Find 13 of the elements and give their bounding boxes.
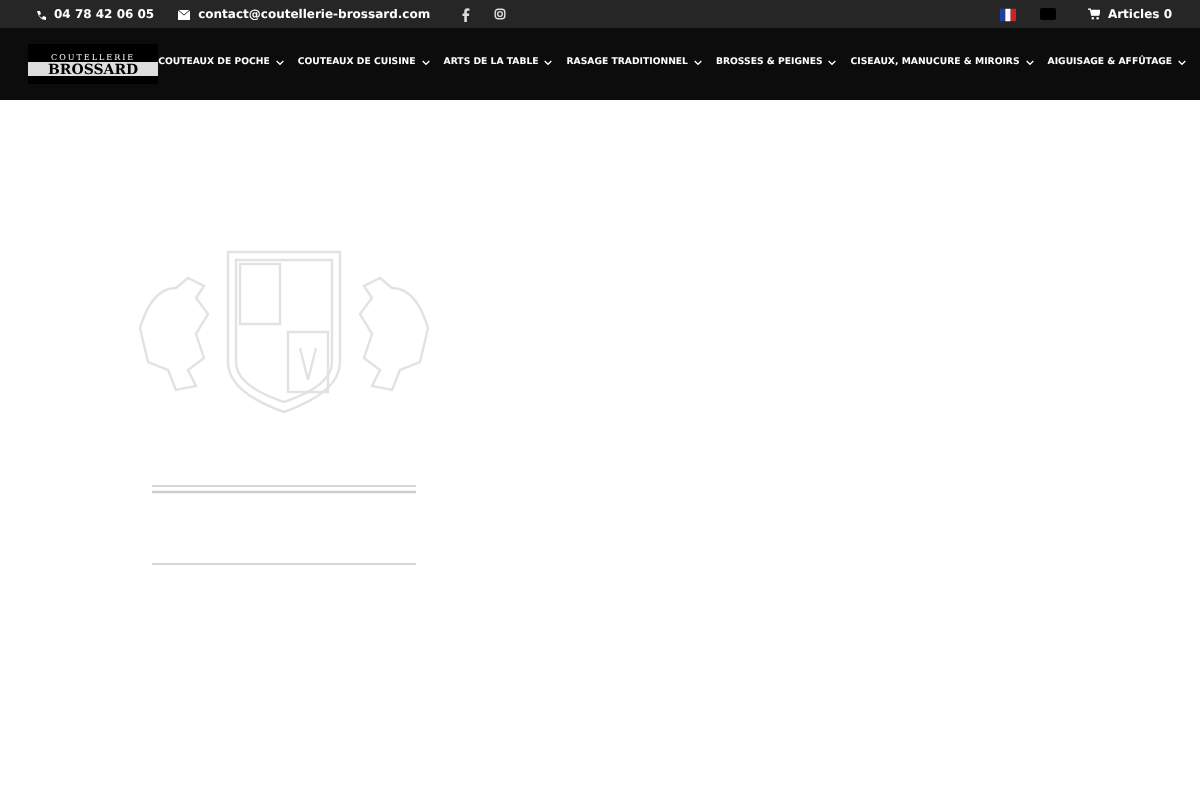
chevron-down-icon bbox=[275, 60, 284, 67]
chevron-down-icon bbox=[544, 60, 553, 67]
chevron-down-icon bbox=[1178, 60, 1187, 67]
flag-icon[interactable] bbox=[999, 7, 1016, 21]
facebook-icon[interactable] bbox=[462, 7, 471, 21]
envelope-icon bbox=[178, 9, 191, 19]
chevron-down-icon bbox=[693, 60, 702, 67]
chevron-down-icon bbox=[828, 60, 837, 67]
chevron-down-icon bbox=[1025, 60, 1034, 67]
instagram-icon[interactable] bbox=[494, 8, 507, 20]
phone-icon bbox=[36, 9, 46, 19]
chevron-down-icon bbox=[421, 60, 430, 67]
cart-icon bbox=[1087, 8, 1100, 20]
